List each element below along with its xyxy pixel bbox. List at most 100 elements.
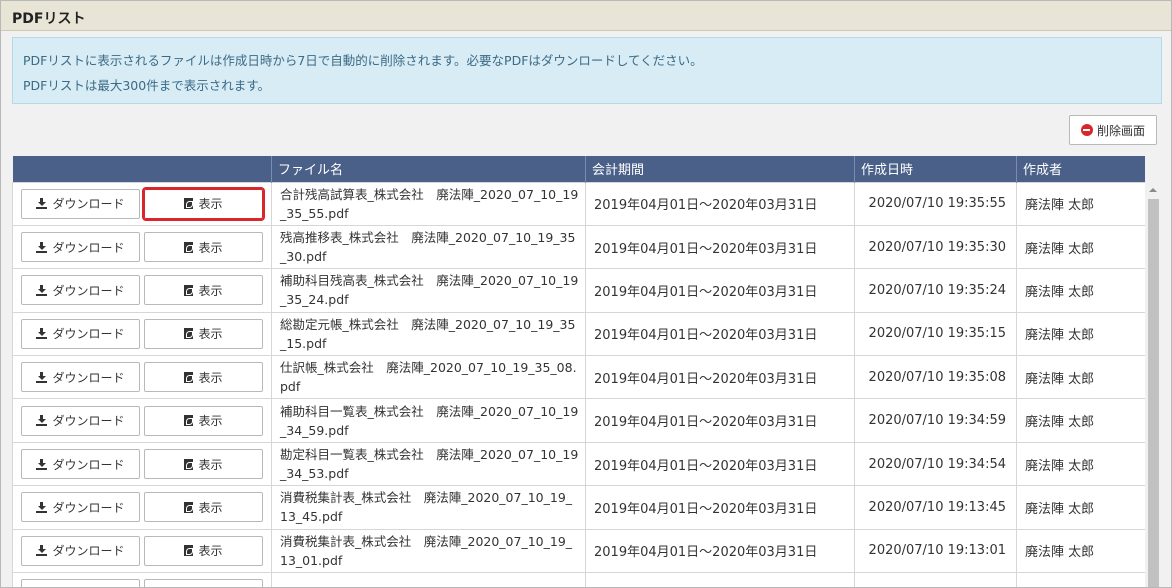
row-actions: ダウンロード 表示 [12, 398, 272, 443]
file-name-cell: 補助科目一覧表_株式会社 廃法陣_2020_07_10_19_34_59.pdf [271, 398, 586, 443]
page-title: PDFリスト [1, 1, 1171, 31]
view-button[interactable]: 表示 [144, 405, 263, 436]
header-author: 作成者 [1016, 156, 1145, 182]
download-button[interactable]: ダウンロード [21, 449, 140, 480]
table-row: ダウンロード 表示 残高推移表_株式会社 廃法陣_2020_07_10_19_35_… [12, 224, 1145, 270]
created-cell: 2020/07/10 19:35:08 [854, 355, 1017, 400]
view-button[interactable]: 表示 [142, 186, 265, 221]
period-cell: 2019年04月01日～2020年03月31日 [585, 181, 855, 226]
download-button[interactable]: ダウンロード [21, 492, 140, 523]
view-button[interactable]: 表示 [144, 579, 263, 587]
download-button[interactable]: ダウンロード [21, 188, 140, 219]
view-label: 表示 [198, 283, 223, 298]
view-button[interactable]: 表示 [144, 318, 263, 349]
view-button[interactable]: 表示 [144, 535, 263, 566]
view-button[interactable]: 表示 [144, 232, 263, 263]
file-name-cell: 総勘定元帳_株式会社 廃法陣_2020_07_10_19_35_15.pdf [271, 311, 586, 357]
view-label: 表示 [198, 414, 223, 429]
row-actions: ダウンロード 表示 [12, 485, 272, 530]
download-label: ダウンロード [52, 283, 125, 298]
table-row: ダウンロード 表示 勘定科目一覧表_株式会社 廃法陣_2020_07_10_19_3… [12, 441, 1145, 487]
row-actions: ダウンロード 表示 [12, 528, 272, 574]
download-icon [36, 501, 48, 513]
pdf-icon [184, 198, 194, 210]
table-row: ダウンロード 表示 合計残高試算表_株式会社 廃法陣_2020_07_10_19_3… [12, 181, 1145, 226]
table-scrollbar[interactable] [1145, 182, 1162, 587]
download-icon [36, 458, 48, 470]
download-label: ダウンロード [52, 327, 125, 342]
pdf-icon [184, 501, 194, 513]
created-cell: 2020/07/10 19:35:55 [854, 181, 1017, 226]
view-label: 表示 [198, 544, 223, 559]
delete-screen-label: 削除画面 [1096, 123, 1145, 138]
view-label: 表示 [198, 370, 223, 385]
created-cell: 2020/07/10 19:34:59 [854, 398, 1017, 443]
info-notice: PDFリストに表示されるファイルは作成日時から7日で自動的に削除されます。必要な… [12, 37, 1162, 104]
download-label: ダウンロード [52, 370, 125, 385]
row-actions: ダウンロード 表示 [12, 355, 272, 400]
row-actions: ダウンロード 表示 [12, 311, 272, 357]
pdf-icon [184, 328, 194, 340]
file-name-cell: 残高推移表_株式会社 廃法陣_2020_07_10_19_35_30.pdf [271, 224, 586, 270]
header-file-name: ファイル名 [271, 156, 586, 182]
download-button[interactable]: ダウンロード [21, 232, 140, 263]
file-name-cell: 消費税集計表_株式会社 廃法陣_2020_07_10_19_13_45.pdf [271, 485, 586, 530]
period-cell: 2019年04月01日～2020年03月31日 [585, 224, 855, 270]
author-cell: 廃法陣 太郎 [1016, 268, 1145, 313]
row-actions: ダウンロード表示 [12, 572, 272, 587]
scroll-thumb[interactable] [1148, 199, 1159, 587]
period-cell: 2019年04月01日～2020年03月31日 [585, 528, 855, 574]
table-row: ダウンロード 表示 消費税集計表_株式会社 廃法陣_2020_07_10_19_13… [12, 485, 1145, 530]
table-row: ダウンロード 表示 補助科目残高表_株式会社 廃法陣_2020_07_10_19_3… [12, 268, 1145, 313]
download-label: ダウンロード [52, 457, 125, 472]
view-label: 表示 [198, 457, 223, 472]
pdf-icon [184, 284, 194, 296]
download-button[interactable]: ダウンロード [21, 362, 140, 393]
row-actions: ダウンロード 表示 [12, 224, 272, 270]
view-button[interactable]: 表示 [144, 275, 263, 306]
period-cell: 2019年04月01日～2020年03月31日 [585, 311, 855, 357]
file-name-cell: 補助科目残高表_株式会社 廃法陣_2020_07_10_19_35_24.pdf [271, 268, 586, 313]
download-icon [36, 284, 48, 296]
table-row: ダウンロード 表示 補助科目一覧表_株式会社 廃法陣_2020_07_10_19_3… [12, 398, 1145, 443]
view-label: 表示 [198, 327, 223, 342]
download-button[interactable]: ダウンロード [21, 405, 140, 436]
table-row: ダウンロード 表示 仕訳帳_株式会社 廃法陣_2020_07_10_19_35_08… [12, 355, 1145, 400]
pdf-icon [184, 371, 194, 383]
download-icon [36, 328, 48, 340]
header-actions [12, 156, 272, 182]
download-button[interactable]: ダウンロード [21, 275, 140, 306]
file-name-cell: 合計残高試算表_株式会社 廃法陣_2020_07_10 [271, 572, 586, 587]
table-row: ダウンロード表示合計残高試算表_株式会社 廃法陣_2020_07_10 [12, 572, 1145, 587]
download-button[interactable]: ダウンロード [21, 318, 140, 349]
author-cell [1016, 572, 1145, 587]
scroll-up-arrow-icon[interactable] [1149, 188, 1157, 192]
view-button[interactable]: 表示 [144, 362, 263, 393]
pdf-icon [184, 241, 194, 253]
download-icon [36, 198, 48, 210]
header-period: 会計期間 [585, 156, 855, 182]
download-button[interactable]: ダウンロード [21, 579, 140, 587]
pdf-icon [184, 415, 194, 427]
download-label: ダウンロード [52, 240, 125, 255]
author-cell: 廃法陣 太郎 [1016, 441, 1145, 487]
minus-circle-icon [1080, 124, 1093, 136]
author-cell: 廃法陣 太郎 [1016, 311, 1145, 357]
view-button[interactable]: 表示 [144, 492, 263, 523]
delete-screen-button[interactable]: 削除画面 [1069, 115, 1157, 145]
download-label: ダウンロード [52, 414, 125, 429]
view-label: 表示 [198, 500, 223, 515]
file-name-cell: 消費税集計表_株式会社 廃法陣_2020_07_10_19_13_01.pdf [271, 528, 586, 574]
author-cell: 廃法陣 太郎 [1016, 485, 1145, 530]
created-cell: 2020/07/10 19:35:30 [854, 224, 1017, 270]
author-cell: 廃法陣 太郎 [1016, 355, 1145, 400]
view-button[interactable]: 表示 [144, 449, 263, 480]
pdf-table: ファイル名 会計期間 作成日時 作成者 ダウンロード 表示 合計残高試算表_株式会社… [12, 156, 1145, 587]
download-icon [36, 371, 48, 383]
created-cell: 2020/07/10 19:13:45 [854, 485, 1017, 530]
download-label: ダウンロード [52, 544, 125, 559]
author-cell: 廃法陣 太郎 [1016, 398, 1145, 443]
pdf-icon [184, 458, 194, 470]
row-actions: ダウンロード表示 [12, 181, 272, 226]
download-button[interactable]: ダウンロード [21, 535, 140, 566]
